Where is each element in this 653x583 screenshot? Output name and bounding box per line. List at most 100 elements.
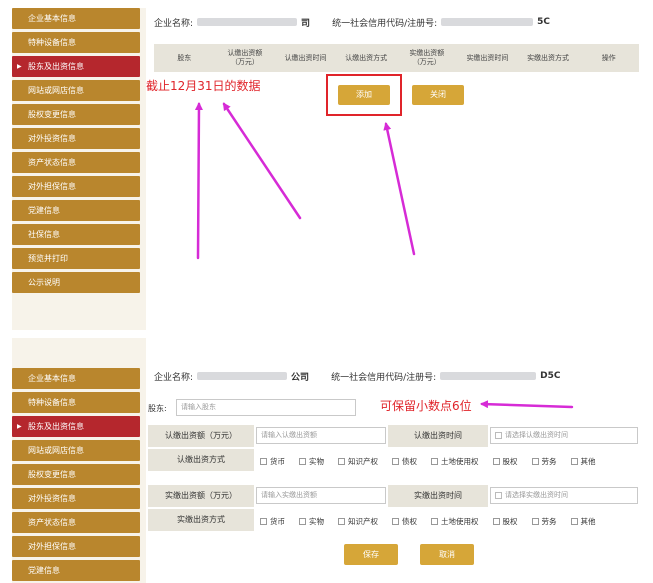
close-button[interactable]: 关闭	[412, 85, 464, 105]
sidebar-item[interactable]: 对外投资信息	[12, 488, 140, 509]
sidebar-item[interactable]: 资产状态信息	[12, 152, 140, 173]
subscribed-time-label: 认缴出资时间	[388, 425, 488, 447]
method-label: 实物	[309, 457, 324, 466]
method-checkbox[interactable]: 货币	[260, 456, 285, 467]
method-checkbox[interactable]: 其他	[570, 456, 596, 467]
method-checkbox[interactable]: 股权	[492, 456, 518, 467]
paid-time-picker[interactable]: 请选择实缴出资时间	[490, 487, 638, 504]
subscribed-time-picker[interactable]: 请选择认缴出资时间	[490, 427, 638, 444]
sidebar-top: 企业基本信息特种设备信息股东及出资信息网站或网店信息股权变更信息对外投资信息资产…	[12, 8, 140, 296]
method-label: 土地使用权	[441, 517, 479, 526]
sidebar-item[interactable]: 股权变更信息	[12, 464, 140, 485]
company-info-row-bottom: 企业名称: 公司 统一社会信用代码/注册号: D5C	[154, 368, 560, 384]
method-label: 劳务	[541, 517, 557, 526]
checkbox-icon[interactable]	[260, 518, 267, 525]
checkbox-icon[interactable]	[338, 458, 345, 465]
method-label: 货币	[270, 457, 285, 466]
checkbox-icon[interactable]	[299, 458, 306, 465]
sidebar-item[interactable]: 党建信息	[12, 200, 140, 221]
calendar-icon	[495, 431, 502, 439]
subscribed-amount-label: 认缴出资额（万元）	[148, 425, 254, 447]
method-checkbox[interactable]: 货币	[260, 516, 285, 527]
add-button[interactable]: 添加	[338, 85, 390, 105]
table-header-cell: 实缴出资时间	[466, 53, 509, 62]
method-checkbox[interactable]: 劳务	[531, 516, 557, 527]
checkbox-icon[interactable]	[431, 518, 438, 525]
table-header-cell: 实缴出资额 （万元）	[409, 49, 445, 66]
sidebar-item[interactable]: 网站或网店信息	[12, 80, 140, 101]
method-checkbox[interactable]: 土地使用权	[431, 516, 479, 527]
sidebar-item[interactable]: 特种设备信息	[12, 32, 140, 53]
method-label: 股权	[502, 457, 518, 466]
paid-method-label: 实缴出资方式	[148, 509, 254, 531]
checkbox-icon[interactable]	[531, 458, 539, 465]
sidebar-bottom: 企业基本信息特种设备信息股东及出资信息网站或网店信息股权变更信息对外投资信息资产…	[12, 368, 140, 583]
method-checkbox[interactable]: 土地使用权	[431, 456, 479, 467]
method-label: 货币	[270, 517, 285, 526]
method-checkbox[interactable]: 债权	[392, 456, 417, 467]
sidebar-item[interactable]: 社保信息	[12, 224, 140, 245]
checkbox-icon[interactable]	[492, 458, 500, 465]
sidebar-item[interactable]: 股权变更信息	[12, 104, 140, 125]
calendar-icon	[495, 491, 502, 499]
method-checkbox[interactable]: 债权	[392, 516, 417, 527]
sidebar-item[interactable]: 预览并打印	[12, 248, 140, 269]
method-label: 知识产权	[348, 457, 378, 466]
checkbox-icon[interactable]	[299, 518, 306, 525]
method-checkbox[interactable]: 实物	[299, 456, 324, 467]
sidebar-item[interactable]: 特种设备信息	[12, 392, 140, 413]
checkbox-icon[interactable]	[570, 458, 578, 465]
sidebar-item[interactable]: 资产状态信息	[12, 512, 140, 533]
company-name-label: 企业名称:	[154, 18, 194, 29]
company-name-suffix: 公司	[291, 372, 310, 383]
credit-code-suffix: 5C	[537, 17, 551, 27]
sidebar-item[interactable]: 企业基本信息	[12, 8, 140, 29]
checkbox-icon[interactable]	[338, 518, 345, 525]
sidebar-item[interactable]: 党建信息	[12, 560, 140, 581]
table-header-cell: 股东	[177, 53, 192, 62]
checkbox-icon[interactable]	[431, 458, 438, 465]
checkbox-icon[interactable]	[531, 518, 539, 525]
paid-amount-input[interactable]: 请输入实缴出资额	[256, 487, 386, 504]
method-checkbox[interactable]: 其他	[570, 516, 596, 527]
method-label: 其他	[580, 517, 596, 526]
checkbox-icon[interactable]	[392, 518, 399, 525]
redacted-company-name	[197, 18, 298, 26]
table-header-cell: 认缴出资时间	[284, 53, 327, 62]
method-checkbox[interactable]: 知识产权	[338, 456, 378, 467]
sidebar-item[interactable]: 股东及出资信息	[12, 56, 140, 77]
method-label: 知识产权	[348, 517, 378, 526]
method-checkbox[interactable]: 实物	[299, 516, 324, 527]
sidebar-item[interactable]: 对外担保信息	[12, 176, 140, 197]
checkbox-icon[interactable]	[570, 518, 578, 525]
sidebar-item[interactable]: 对外投资信息	[12, 128, 140, 149]
redacted-credit-code	[441, 18, 534, 26]
subscribed-time-placeholder: 请选择认缴出资时间	[505, 431, 568, 439]
sidebar-item[interactable]: 股东及出资信息	[12, 416, 140, 437]
sidebar-item[interactable]: 企业基本信息	[12, 368, 140, 389]
table-header-cell: 实缴出资方式	[527, 53, 570, 62]
sidebar-item[interactable]: 对外担保信息	[12, 536, 140, 557]
checkbox-icon[interactable]	[392, 458, 399, 465]
checkbox-icon[interactable]	[492, 518, 500, 525]
content-top: 企业名称: 司 统一社会信用代码/注册号: 5C 股东 认缴出资额 （万元） 认缴出…	[146, 8, 640, 330]
credit-code-suffix: D5C	[540, 371, 561, 381]
method-checkbox[interactable]: 知识产权	[338, 516, 378, 527]
subscribed-amount-input[interactable]: 请输入认缴出资额	[256, 427, 386, 444]
shareholder-input[interactable]: 请输入股东	[176, 399, 356, 416]
cancel-button[interactable]: 取消	[420, 544, 474, 565]
sidebar-item[interactable]: 网站或网店信息	[12, 440, 140, 461]
paid-amount-label: 实缴出资额（万元）	[148, 485, 254, 507]
company-info-row: 企业名称: 司 统一社会信用代码/注册号: 5C	[154, 14, 550, 30]
checkbox-icon[interactable]	[260, 458, 267, 465]
method-checkbox[interactable]: 股权	[492, 516, 518, 527]
sidebar-item[interactable]: 公示说明	[12, 272, 140, 293]
shareholder-label: 股东:	[148, 404, 167, 413]
company-name-suffix: 司	[301, 18, 311, 29]
save-button[interactable]: 保存	[344, 544, 398, 565]
credit-code-label: 统一社会信用代码/注册号:	[331, 372, 437, 383]
method-checkbox[interactable]: 劳务	[531, 456, 557, 467]
method-label: 土地使用权	[441, 457, 479, 466]
table-header-cell: 操作	[601, 53, 616, 62]
top-panel: 企业基本信息特种设备信息股东及出资信息网站或网店信息股权变更信息对外投资信息资产…	[12, 8, 640, 330]
